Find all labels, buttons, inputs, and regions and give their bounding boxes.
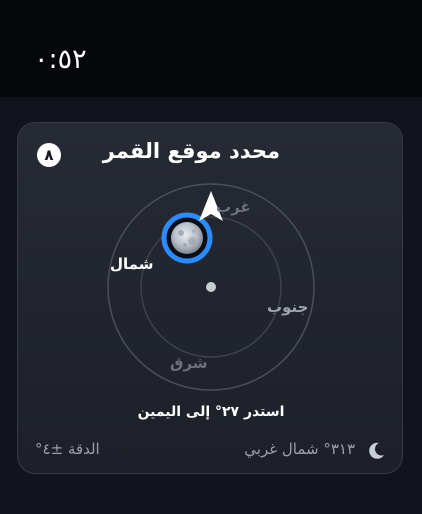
compass-label-east: شرق — [170, 354, 208, 372]
full-moon-icon — [161, 212, 213, 264]
moon-heading: ٣١٣° شمال غربي — [244, 440, 355, 458]
card-title: محدد موقع القمر — [102, 139, 280, 163]
status-bar-time: ٠:٥٢ — [34, 44, 87, 75]
compass-accuracy: الدقة ±٤° — [35, 440, 100, 458]
compass-label-north: شمال — [110, 255, 154, 273]
turn-instruction: استدر ٢٧° إلى اليمين — [137, 404, 285, 420]
status-bar: ٠:٥٢ — [0, 0, 422, 97]
compass-label-west: غرب — [216, 198, 251, 216]
compass-dial — [107, 183, 315, 391]
crescent-moon-icon — [369, 442, 384, 459]
card-badge: ٨ — [37, 143, 61, 167]
compass-label-south: جنوب — [267, 298, 309, 316]
center-dot — [206, 282, 216, 292]
